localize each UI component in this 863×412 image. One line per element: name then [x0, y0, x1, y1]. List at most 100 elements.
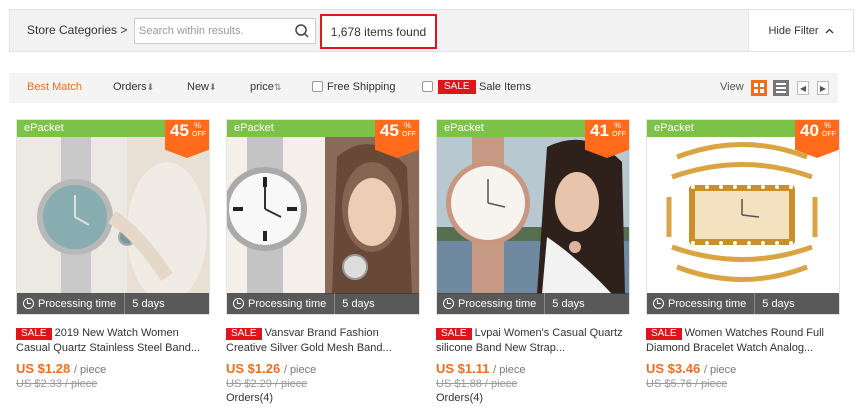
- price-unit: / piece: [73, 364, 107, 376]
- processing-label: Processing time: [668, 297, 747, 310]
- original-price: US $2.33 / piece: [16, 378, 98, 390]
- orders-count[interactable]: Orders(4): [436, 392, 630, 404]
- processing-value: 5 days: [762, 297, 795, 310]
- view-label: View: [720, 81, 744, 93]
- product-image[interactable]: ePacket 41 % OFF Processing time 5 days: [436, 119, 630, 315]
- price-value: US $1.28: [16, 361, 71, 376]
- sort-bar: Best Match Orders⬇ New⬇ price⇅ Free Ship…: [9, 73, 838, 103]
- off-label: OFF: [822, 131, 836, 138]
- sale-badge: SALE: [16, 328, 52, 340]
- discount-percent: 40: [800, 121, 819, 140]
- product-price: US $3.46 / piece: [646, 361, 840, 376]
- price-value: US $1.26: [226, 361, 281, 376]
- price-unit: / piece: [493, 364, 526, 376]
- processing-label: Processing time: [38, 297, 117, 310]
- hide-filter-label: Hide Filter: [768, 24, 819, 37]
- processing-label: Processing time: [458, 297, 537, 310]
- store-categories-link[interactable]: Store Categories >: [27, 23, 127, 37]
- discount-percent: 45: [170, 121, 189, 140]
- off-label: OFF: [402, 131, 416, 138]
- price-value: US $1.11: [436, 361, 490, 376]
- chevron-up-icon: [825, 28, 834, 33]
- sale-badge: SALE: [438, 80, 476, 94]
- processing-time-bar: Processing time 5 days: [17, 293, 209, 314]
- processing-time-bar: Processing time 5 days: [437, 293, 629, 314]
- search-icon[interactable]: [294, 23, 310, 39]
- watch-photo: [437, 137, 629, 294]
- sort-new[interactable]: New⬇: [187, 81, 217, 93]
- hide-filter-button[interactable]: Hide Filter: [748, 10, 853, 51]
- sale-badge: SALE: [436, 328, 472, 340]
- discount-percent: 41: [590, 121, 609, 140]
- percent-symbol: %: [194, 121, 202, 130]
- watch-photo: [647, 137, 839, 294]
- list-view-icon[interactable]: [773, 80, 789, 96]
- clock-icon: [653, 298, 664, 309]
- product-title[interactable]: SALE Vansvar Brand Fashion Creative Silve…: [226, 326, 420, 356]
- next-page-icon[interactable]: ▶: [817, 81, 829, 95]
- discount-badge: 45 % OFF: [165, 120, 209, 158]
- off-label: OFF: [612, 131, 626, 138]
- sort-down-icon: ⬇: [209, 82, 217, 92]
- percent-symbol: %: [404, 121, 412, 130]
- product-image[interactable]: ePacket 45 % OFF Processing time 5 days: [226, 119, 420, 315]
- product-title[interactable]: SALE 2019 New Watch Women Casual Quartz S…: [16, 326, 210, 356]
- product-price: US $1.11 / piece: [436, 361, 630, 376]
- processing-label: Processing time: [248, 297, 327, 310]
- price-unit: / piece: [703, 364, 737, 376]
- discount-percent: 45: [380, 121, 399, 140]
- product-card[interactable]: ePacket 41 % OFF Processing time 5 days: [436, 119, 630, 404]
- sort-up-down-icon: ⇅: [273, 82, 282, 92]
- product-card[interactable]: ePacket 45 % OFF Processing time 5 days …: [226, 119, 420, 404]
- sort-price-label: price: [250, 81, 274, 93]
- sort-orders[interactable]: Orders⬇: [113, 81, 154, 93]
- sort-price[interactable]: price⇅: [250, 81, 281, 93]
- discount-badge: 41 % OFF: [585, 120, 629, 158]
- sort-down-icon: ⬇: [146, 82, 155, 92]
- off-label: OFF: [192, 131, 206, 138]
- processing-value: 5 days: [132, 297, 165, 310]
- percent-symbol: %: [614, 121, 622, 130]
- product-title[interactable]: SALE Lvpai Women's Casual Quartz silicone…: [436, 326, 630, 356]
- original-price: US $5.76 / piece: [646, 378, 728, 390]
- discount-badge: 40 % OFF: [795, 120, 839, 158]
- product-image[interactable]: ePacket 40 % OFF Processing time 5 days: [646, 119, 840, 315]
- original-price: US $2.29 / piece: [226, 378, 308, 390]
- product-card[interactable]: ePacket 45 % OFF Processing time 5 days: [16, 119, 210, 392]
- product-price: US $1.26 / piece: [226, 361, 420, 376]
- sale-badge: SALE: [226, 328, 262, 340]
- sort-new-label: New: [187, 81, 210, 93]
- filter-bar: Store Categories > 1,678 items found Hid…: [9, 9, 854, 52]
- free-shipping-checkbox[interactable]: [312, 81, 323, 92]
- clock-icon: [23, 298, 34, 309]
- product-card[interactable]: ePacket 40 % OFF Processing time 5 days …: [646, 119, 840, 392]
- price-unit: / piece: [283, 364, 317, 376]
- watch-photo: [17, 137, 209, 294]
- percent-symbol: %: [824, 121, 832, 130]
- processing-time-bar: Processing time 5 days: [227, 293, 419, 314]
- sale-items-checkbox[interactable]: [422, 81, 433, 92]
- search-within-results: [134, 18, 316, 44]
- prev-page-icon[interactable]: ◀: [797, 81, 809, 95]
- search-input[interactable]: [135, 19, 285, 43]
- product-image[interactable]: ePacket 45 % OFF Processing time 5 days: [16, 119, 210, 315]
- items-found-count: 1,678 items found: [320, 14, 437, 49]
- sale-items-label: Sale Items: [479, 81, 531, 93]
- price-value: US $3.46: [646, 361, 701, 376]
- free-shipping-label: Free Shipping: [327, 81, 396, 93]
- clock-icon: [443, 298, 454, 309]
- watch-photo: [227, 137, 419, 294]
- discount-badge: 45 % OFF: [375, 120, 419, 158]
- processing-value: 5 days: [552, 297, 585, 310]
- product-title[interactable]: SALE Women Watches Round Full Diamond Bra…: [646, 326, 840, 356]
- sort-orders-label: Orders: [113, 81, 147, 93]
- orders-count[interactable]: Orders(4): [226, 392, 420, 404]
- product-price: US $1.28 / piece: [16, 361, 210, 376]
- original-price: US $1.88 / piece: [436, 378, 518, 390]
- grid-view-icon[interactable]: [751, 80, 767, 96]
- processing-time-bar: Processing time 5 days: [647, 293, 839, 314]
- sale-badge: SALE: [646, 328, 682, 340]
- processing-value: 5 days: [342, 297, 375, 310]
- sort-best-match[interactable]: Best Match: [27, 81, 82, 93]
- clock-icon: [233, 298, 244, 309]
